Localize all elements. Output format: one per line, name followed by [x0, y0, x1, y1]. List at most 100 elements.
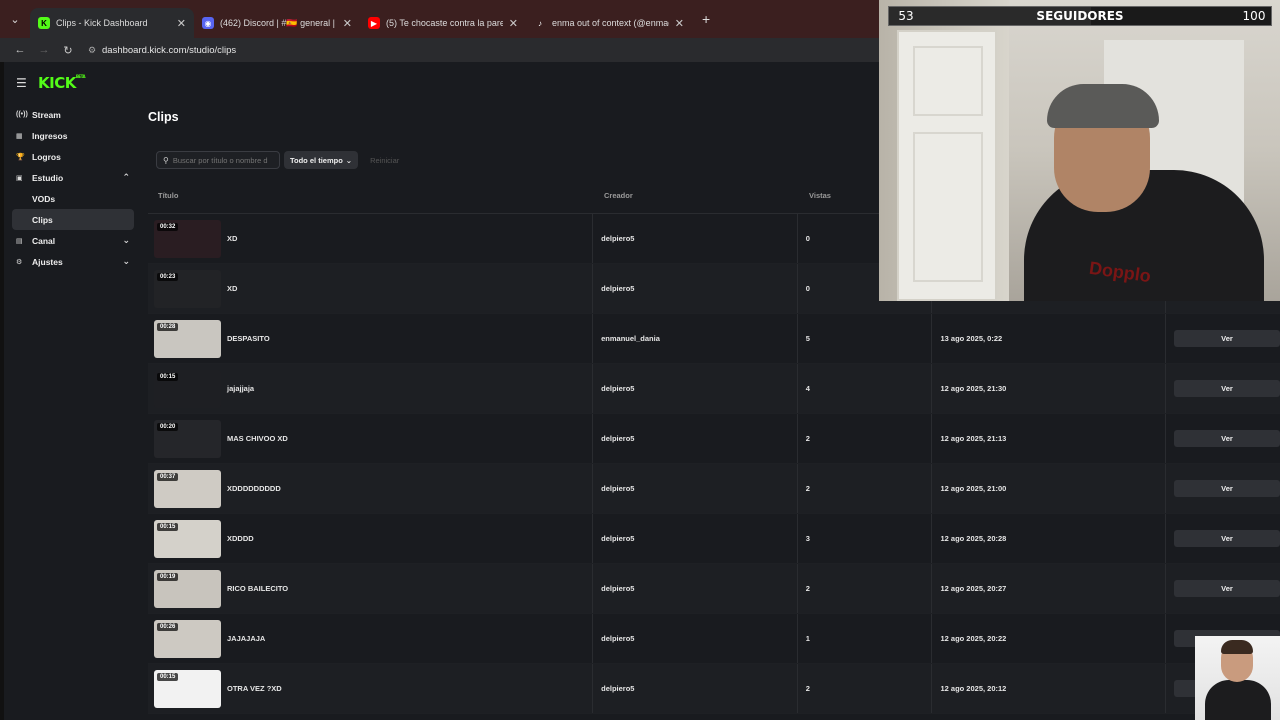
view-clip-button[interactable]: Ver: [1174, 380, 1280, 397]
table-row[interactable]: 00:15 OTRA VEZ ?XD delpiero5 2 12 ago 2025, …: [148, 664, 1280, 714]
settings-icon: ⚙: [16, 258, 23, 266]
sidebar-item-stream[interactable]: ((•)) Stream: [12, 104, 134, 125]
cell-date: 12 ago 2025, 20:28: [932, 514, 1167, 563]
view-clip-button[interactable]: Ver: [1174, 580, 1280, 597]
reload-icon[interactable]: ↻: [56, 44, 80, 57]
sidebar-item-label: Ingresos: [32, 130, 68, 141]
sidebar-item-logros[interactable]: 🏆 Logros: [12, 146, 134, 167]
table-row[interactable]: 00:20 MAS CHIVOO XD delpiero5 2 12 ago 2025,…: [148, 414, 1280, 464]
tab-title: Clips - Kick Dashboard: [56, 18, 148, 28]
view-clip-button[interactable]: Ver: [1174, 430, 1280, 447]
clip-thumbnail[interactable]: 00:32: [154, 219, 221, 258]
close-tab-icon[interactable]: ✕: [177, 17, 186, 30]
tab-title: (5) Te chocaste contra la pared: [386, 18, 503, 28]
table-row[interactable]: 00:15 XDDDD delpiero5 3 12 ago 2025, 20:28 Ve…: [148, 514, 1280, 564]
clip-duration: 00:20: [157, 422, 179, 431]
left-edge: [0, 62, 4, 720]
tab-search-icon[interactable]: ⌄: [0, 0, 30, 38]
clip-thumbnail[interactable]: 00:23: [154, 269, 221, 308]
cell-creator: delpiero5: [593, 614, 798, 663]
browser-tab[interactable]: ◉ (462) Discord | #🇪🇸 general | ad ✕: [194, 8, 360, 38]
cell-views: 2: [798, 564, 933, 613]
clip-duration: 00:28: [157, 322, 179, 331]
site-info-icon[interactable]: ⚙: [88, 45, 102, 56]
table-row[interactable]: 00:15 jajajjaja delpiero5 4 12 ago 2025, 21:…: [148, 364, 1280, 414]
new-tab-button[interactable]: +: [702, 11, 710, 27]
browser-tab[interactable]: K Clips - Kick Dashboard ✕: [30, 8, 194, 38]
search-box[interactable]: ⚲: [156, 151, 280, 169]
cell-views: 1: [798, 614, 933, 663]
close-tab-icon[interactable]: ✕: [343, 17, 352, 30]
chevron-up-icon[interactable]: ⌃: [122, 172, 130, 183]
sidebar-item-ingresos[interactable]: ▦ Ingresos: [12, 125, 134, 146]
time-filter-dropdown[interactable]: Todo el tiempo ⌄: [284, 151, 359, 169]
cell-creator: delpiero5: [593, 414, 798, 463]
clip-thumbnail[interactable]: 00:15: [154, 369, 221, 408]
cell-title: 00:32 XD: [148, 214, 594, 263]
followers-goal: 100: [1242, 9, 1266, 23]
url-field[interactable]: ⚙ dashboard.kick.com/studio/clips: [88, 45, 236, 56]
back-icon[interactable]: ←: [8, 44, 32, 56]
chevron-down-icon[interactable]: ⌄: [122, 235, 130, 246]
cell-title: 00:19 RICO BAILECITO: [148, 564, 594, 613]
reset-button[interactable]: Reiniciar: [370, 156, 399, 165]
forward-icon[interactable]: →: [32, 44, 56, 56]
sidebar-item-vods[interactable]: VODs: [12, 188, 134, 209]
discord-icon: ◉: [202, 17, 214, 29]
clip-thumbnail[interactable]: 00:19: [154, 569, 221, 608]
cell-creator: delpiero5: [593, 664, 798, 713]
search-input[interactable]: [172, 155, 273, 165]
sidebar-item-label: Logros: [32, 151, 61, 162]
cell-creator: delpiero5: [593, 364, 798, 413]
clip-title: OTRA VEZ ?XD: [227, 684, 282, 693]
table-row[interactable]: 00:19 RICO BAILECITO delpiero5 2 12 ago 2025…: [148, 564, 1280, 614]
cell-views: 3: [798, 514, 933, 563]
browser-tab[interactable]: ♪ enma out of context (@enmadi ✕: [526, 8, 692, 38]
cell-views: 2: [798, 664, 933, 713]
close-tab-icon[interactable]: ✕: [675, 17, 684, 30]
clip-thumbnail[interactable]: 00:15: [154, 669, 221, 708]
cell-title: 00:26 JAJAJAJA: [148, 614, 594, 663]
clip-thumbnail[interactable]: 00:15: [154, 519, 221, 558]
table-row[interactable]: 00:28 DESPASITO enmanuel_dania 5 13 ago 2025…: [148, 314, 1280, 364]
followers-label: SEGUIDORES: [1036, 9, 1124, 23]
sidebar-item-clips[interactable]: Clips: [12, 209, 134, 230]
clip-title: MAS CHIVOO XD: [227, 434, 288, 443]
filters: ⚲ Todo el tiempo ⌄ Reiniciar: [156, 151, 399, 169]
secondary-webcam: [1195, 636, 1280, 720]
clip-duration: 00:15: [157, 372, 179, 381]
header-creator[interactable]: Creador: [594, 178, 799, 213]
table-row[interactable]: 00:37 XDDDDDDDDD delpiero5 2 12 ago 2025, 21…: [148, 464, 1280, 514]
door: [897, 30, 997, 301]
clip-thumbnail[interactable]: 00:28: [154, 319, 221, 358]
sidebar-item-canal[interactable]: ▤ Canal ⌄: [12, 230, 134, 251]
kick-logo[interactable]: KICKBETA: [38, 74, 86, 92]
cell-title: 00:23 XD: [148, 264, 594, 313]
studio-icon: ▣: [16, 174, 23, 182]
sidebar-item-label: VODs: [32, 193, 56, 204]
cell-date: 12 ago 2025, 20:12: [932, 664, 1167, 713]
header-title[interactable]: Título: [148, 178, 594, 213]
close-tab-icon[interactable]: ✕: [509, 17, 518, 30]
view-clip-button[interactable]: Ver: [1174, 530, 1280, 547]
header: ☰ KICKBETA: [16, 74, 86, 92]
sidebar-item-ajustes[interactable]: ⚙ Ajustes ⌄: [12, 251, 134, 272]
clip-duration: 00:15: [157, 522, 179, 531]
trophy-icon: 🏆: [16, 153, 25, 161]
table-row[interactable]: 00:26 JAJAJAJA delpiero5 1 12 ago 2025, 20:2…: [148, 614, 1280, 664]
sidebar-item-label: Canal: [32, 235, 56, 246]
streamer-cap: [1047, 84, 1159, 128]
clip-thumbnail[interactable]: 00:20: [154, 419, 221, 458]
chevron-down-icon[interactable]: ⌄: [122, 256, 130, 267]
browser-tab[interactable]: ▶ (5) Te chocaste contra la pared ✕: [360, 8, 526, 38]
sidebar-item-estudio[interactable]: ▣ Estudio ⌃: [12, 167, 134, 188]
stream-icon: ((•)): [16, 111, 28, 118]
clip-thumbnail[interactable]: 00:26: [154, 619, 221, 658]
page-title: Clips: [148, 110, 179, 124]
clip-thumbnail[interactable]: 00:37: [154, 469, 221, 508]
sidebar-item-label: Stream: [32, 109, 61, 120]
view-clip-button[interactable]: Ver: [1174, 480, 1280, 497]
view-clip-button[interactable]: Ver: [1174, 330, 1280, 347]
clip-duration: 00:37: [157, 472, 179, 481]
menu-icon[interactable]: ☰: [16, 76, 36, 90]
